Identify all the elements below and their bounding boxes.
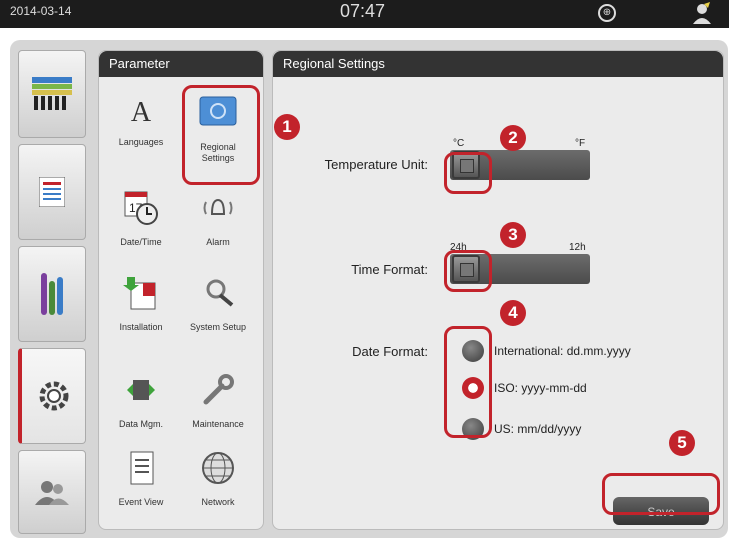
tab-reagents[interactable] bbox=[18, 246, 86, 342]
callout-number: 1 bbox=[274, 114, 300, 140]
param-label: Installation bbox=[119, 322, 163, 332]
param-label: System Setup bbox=[189, 322, 247, 332]
gear-icon bbox=[39, 381, 68, 411]
param-item-alarm[interactable]: Alarm bbox=[184, 190, 252, 248]
users-icon bbox=[35, 481, 69, 505]
callout-number: 5 bbox=[669, 430, 695, 456]
tab-settings[interactable] bbox=[18, 348, 86, 444]
param-item-data-management[interactable]: Data Mgm. bbox=[107, 372, 175, 430]
system-setup-icon bbox=[206, 279, 234, 307]
option-international[interactable]: International: dd.mm.yyyy bbox=[494, 344, 631, 358]
param-item-system-setup[interactable]: System Setup bbox=[184, 275, 252, 333]
status-time: 07:47 bbox=[340, 1, 386, 21]
param-item-network[interactable]: Network bbox=[184, 450, 252, 508]
callout-box-save bbox=[602, 473, 720, 515]
tab-programs[interactable] bbox=[18, 144, 86, 240]
callout-box-regional bbox=[182, 85, 260, 185]
program-list-icon bbox=[39, 177, 65, 207]
time-format-label: Time Format: bbox=[351, 262, 428, 277]
globe-icon[interactable]: ⊕ bbox=[598, 4, 616, 22]
callout-box-temperature bbox=[444, 152, 492, 194]
param-label: Maintenance bbox=[192, 419, 244, 429]
status-overview-icon bbox=[32, 77, 72, 110]
callout-box-time bbox=[444, 250, 492, 292]
datetime-icon: 17 bbox=[124, 191, 158, 225]
regional-settings-panel: Regional Settings bbox=[272, 50, 724, 530]
callout-number: 2 bbox=[500, 125, 526, 151]
callout-number: 3 bbox=[500, 222, 526, 248]
param-item-maintenance[interactable]: Maintenance bbox=[184, 372, 252, 430]
param-label: Network bbox=[201, 497, 235, 507]
status-date: 2014-03-14 bbox=[10, 4, 72, 18]
wrench-icon bbox=[203, 374, 234, 405]
date-format-label: Date Format: bbox=[352, 344, 428, 359]
option-iso[interactable]: ISO: yyyy-mm-dd bbox=[494, 381, 587, 395]
param-item-datetime[interactable]: 17 Date/Time bbox=[107, 190, 175, 248]
callout-number: 4 bbox=[500, 300, 526, 326]
12h-label: 12h bbox=[569, 242, 586, 253]
network-globe-icon bbox=[202, 452, 234, 484]
fahrenheit-label: °F bbox=[575, 138, 586, 149]
callout-box-date bbox=[444, 326, 492, 438]
param-item-languages[interactable]: A Languages bbox=[107, 95, 175, 148]
languages-icon: A bbox=[130, 97, 152, 128]
param-label: Alarm bbox=[206, 237, 230, 247]
param-label: Languages bbox=[118, 137, 164, 147]
param-item-event-view[interactable]: Event View bbox=[107, 450, 175, 508]
option-us[interactable]: US: mm/dd/yyyy bbox=[494, 422, 581, 436]
tab-user[interactable] bbox=[18, 450, 86, 534]
status-bar: 2014-03-14 07:47 ⊕ bbox=[0, 0, 729, 28]
parameter-panel-title: Parameter bbox=[99, 51, 263, 77]
user-icon[interactable] bbox=[692, 2, 712, 24]
alarm-icon bbox=[203, 198, 233, 215]
installation-icon bbox=[123, 277, 156, 310]
tab-status-overview[interactable] bbox=[18, 50, 86, 138]
celsius-label: °C bbox=[453, 138, 465, 149]
reagents-icon bbox=[41, 273, 63, 315]
regional-settings-title: Regional Settings bbox=[273, 51, 723, 77]
data-management-icon bbox=[127, 380, 155, 400]
temperature-unit-label: Temperature Unit: bbox=[324, 157, 428, 172]
param-label: Data Mgm. bbox=[118, 419, 163, 429]
param-label: Event View bbox=[118, 497, 164, 507]
event-view-icon bbox=[130, 451, 154, 485]
param-item-installation[interactable]: Installation bbox=[107, 275, 175, 333]
param-label: Date/Time bbox=[120, 237, 162, 247]
